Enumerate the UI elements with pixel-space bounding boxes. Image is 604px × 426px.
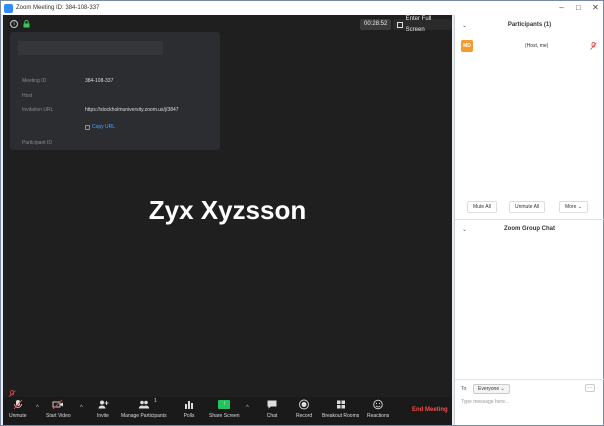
manage-participants-button[interactable]: Manage Participants	[121, 399, 167, 419]
fullscreen-label: Enter Full Screen	[405, 15, 432, 33]
participant-count-badge: 1	[154, 398, 157, 404]
share-screen-label: Share Screen	[209, 413, 240, 419]
side-panel: ⌄ Participants (1) MD (Host, me) Mute Al…	[454, 15, 604, 425]
share-screen-icon: ↑	[218, 399, 231, 410]
participant-name: (Host, me)	[525, 43, 549, 49]
record-button[interactable]: Record	[296, 399, 312, 419]
fullscreen-icon	[397, 21, 403, 28]
polls-button[interactable]: Polls	[183, 399, 195, 419]
record-label: Record	[296, 413, 313, 419]
person-add-icon	[98, 400, 109, 409]
title-bar: Zoom Meeting ID: 384-108-337 – □ ✕	[1, 1, 603, 15]
unmute-label: Unmute	[9, 413, 27, 419]
zoom-app-icon	[4, 3, 13, 13]
share-arrow-icon: ↑	[218, 400, 231, 409]
unmute-all-button[interactable]: Unmute All	[509, 201, 546, 213]
start-video-label: Start Video	[46, 413, 71, 419]
video-options-caret[interactable]: ^	[80, 405, 83, 411]
invite-button[interactable]: Invite	[97, 399, 109, 419]
participant-id-label: Participant ID	[22, 140, 53, 146]
participants-actions: Mute All Unmute All More ⌄	[455, 201, 604, 215]
info-icon[interactable]: i	[10, 20, 18, 28]
video-off-icon	[52, 399, 64, 410]
meeting-topic-placeholder	[18, 41, 163, 55]
panel-divider	[455, 219, 604, 220]
host-label: Host	[22, 93, 33, 99]
share-screen-button[interactable]: ↑ Share Screen	[209, 399, 240, 419]
reactions-button[interactable]: Reactions	[367, 399, 389, 419]
meeting-id-label: Meeting ID	[22, 78, 47, 84]
meeting-timer: 00:28:52	[360, 19, 392, 30]
window-title: Zoom Meeting ID: 384-108-337	[16, 5, 100, 11]
record-icon	[299, 399, 310, 410]
copy-url-link[interactable]: Copy URL	[85, 124, 115, 130]
invitation-url-value: https://stockholmuniversity.zoom.us/j/38…	[85, 107, 179, 113]
participant-row[interactable]: MD (Host, me)	[461, 40, 599, 52]
chat-label: Chat	[266, 413, 278, 419]
start-video-button[interactable]: Start Video	[46, 399, 71, 419]
copy-icon	[85, 124, 90, 130]
breakout-rooms-label: Breakout Rooms	[322, 413, 360, 419]
meeting-info-panel: Meeting ID 384-108-337 Host Invitation U…	[10, 32, 220, 150]
copy-url-label: Copy URL	[92, 124, 116, 130]
bar-chart-icon	[185, 401, 193, 409]
active-speaker-name: Zyx Xyzsson	[148, 195, 307, 225]
chat-recipient-dropdown[interactable]: Everyone ⌄	[473, 384, 510, 394]
manage-participants-label: Manage Participants	[121, 413, 167, 419]
audio-options-caret[interactable]: ^	[36, 405, 39, 411]
video-area: i 00:28:52 Enter Full Screen Meeting ID …	[3, 15, 452, 398]
zoom-meeting-window: Zoom Meeting ID: 384-108-337 – □ ✕ i 00:…	[0, 0, 604, 426]
breakout-rooms-button[interactable]: Breakout Rooms	[322, 399, 359, 419]
minimize-button[interactable]: –	[557, 3, 566, 12]
grid-icon	[336, 400, 345, 409]
window-controls: – □ ✕	[557, 3, 600, 12]
emoji-icon	[373, 399, 383, 410]
close-button[interactable]: ✕	[591, 3, 600, 12]
invitation-url-label: Invitation URL	[22, 107, 54, 113]
chat-button[interactable]: Chat	[266, 399, 278, 419]
chat-divider	[455, 379, 604, 380]
participants-header: Participants (1)	[507, 22, 552, 28]
avatar: MD	[461, 40, 473, 52]
share-options-caret[interactable]: ^	[246, 405, 249, 411]
chat-bubble-icon	[267, 400, 277, 409]
unmute-button[interactable]: Unmute	[9, 399, 27, 419]
reactions-label: Reactions	[367, 413, 390, 419]
invite-label: Invite	[97, 413, 109, 419]
chat-to-label: To:	[461, 386, 468, 392]
mute-all-button[interactable]: Mute All	[467, 201, 497, 213]
more-button[interactable]: More ⌄	[559, 201, 588, 213]
chat-message-input[interactable]: Type message here...	[461, 399, 509, 405]
enter-full-screen-button[interactable]: Enter Full Screen	[393, 16, 452, 33]
end-meeting-button[interactable]: End Meeting	[412, 407, 448, 413]
meeting-toolbar: Unmute ^ Start Video ^ Invite Manage Par…	[3, 397, 452, 425]
chat-more-button[interactable]: ...	[585, 384, 595, 392]
mic-muted-icon	[13, 399, 23, 410]
maximize-button[interactable]: □	[574, 3, 583, 12]
meeting-id-value: 384-108-337	[85, 78, 114, 84]
people-icon	[138, 400, 149, 409]
lock-icon[interactable]	[23, 20, 30, 28]
polls-label: Polls	[183, 413, 195, 419]
mic-muted-icon[interactable]	[590, 42, 597, 50]
chat-header: Zoom Group Chat	[504, 226, 555, 232]
